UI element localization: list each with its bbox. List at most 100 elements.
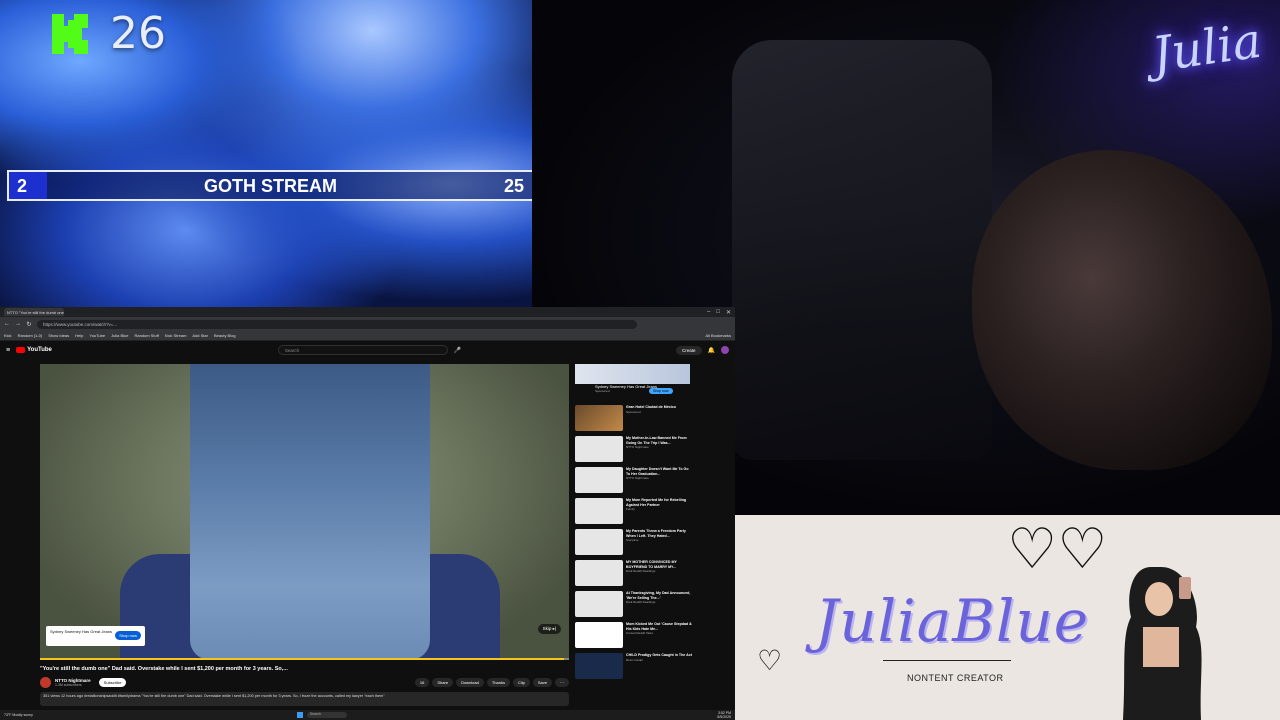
- bookmark[interactable]: Show Ideas: [48, 333, 69, 338]
- bookmark[interactable]: Add Star: [192, 333, 208, 338]
- rec-meta: Sponsored: [626, 409, 641, 414]
- taskbar-search[interactable]: Search: [306, 712, 347, 718]
- mic-icon[interactable]: 🎤: [454, 347, 461, 354]
- sidebar-ad[interactable]: Sydney Sweeney Has Great Jeans Sponsored…: [575, 364, 690, 404]
- youtube-logo[interactable]: YouTube: [16, 347, 52, 353]
- avatar[interactable]: [721, 346, 729, 354]
- maximize-icon[interactable]: □: [716, 309, 720, 316]
- browser-window: NTTO "You're still the dumb one" – □ ✕ ←…: [0, 307, 735, 720]
- start-icon[interactable]: [296, 712, 303, 718]
- shop-now-button[interactable]: Shop now: [115, 631, 141, 640]
- address-bar-row: ← → ↻ https://www.youtube.com/watch?v=..…: [0, 317, 735, 331]
- forward-icon[interactable]: →: [15, 321, 21, 327]
- bookmark[interactable]: Random (1-0): [18, 333, 43, 338]
- windows-taskbar: 73°F Mostly sunny Search 3:52 PM 8/5/202…: [0, 710, 735, 720]
- back-icon[interactable]: ←: [4, 321, 10, 327]
- youtube-logo-text: YouTube: [27, 347, 52, 353]
- gaming-chair: [732, 40, 992, 460]
- share-button[interactable]: Share: [432, 677, 454, 687]
- save-button[interactable]: Save: [532, 677, 552, 687]
- channel-row: NTTO Nightmare 1.3M subscribers Subscrib…: [40, 675, 569, 689]
- stream-goal-bar: 2 GOTH STREAM 25: [7, 170, 532, 201]
- bookmark-all[interactable]: All Bookmarks: [705, 333, 731, 338]
- video-thumbnail: [575, 405, 623, 431]
- list-item[interactable]: At Thanksgiving, My Dad Announced, 'We'r…: [575, 591, 693, 621]
- weather-widget[interactable]: 73°F Mostly sunny: [4, 713, 33, 717]
- subscribe-button[interactable]: Subscribe: [98, 677, 127, 687]
- video-thumbnail: [575, 436, 623, 462]
- video-title: "You're still the dumb one" Dad said. Ov…: [40, 666, 288, 672]
- bookmark[interactable]: Kick Stream: [165, 333, 187, 338]
- video-thumbnail: [575, 653, 623, 679]
- goal-title: GOTH STREAM: [204, 176, 337, 196]
- neon-sign: Julia: [1148, 12, 1265, 84]
- video-thumbnail: [575, 498, 623, 524]
- video-thumbnail: [575, 560, 623, 586]
- list-item[interactable]: My Parents Threw a Freedom Party When I …: [575, 529, 693, 559]
- bookmark[interactable]: Kick: [4, 333, 12, 338]
- goal-target-value: 25: [503, 176, 524, 196]
- streamer-figure: [972, 150, 1272, 470]
- create-button[interactable]: Create: [676, 345, 702, 355]
- brand-divider: [883, 660, 1011, 661]
- more-icon[interactable]: ⋯: [555, 677, 569, 687]
- search-input[interactable]: Search: [277, 345, 448, 355]
- rec-meta: Dark Reddit Readings: [626, 569, 656, 573]
- sidebar-shop-now-button[interactable]: Shop now: [649, 388, 673, 394]
- brand-panel: ♡♡ ♡ JuliaBlue NONTENT CREATOR: [735, 515, 1280, 720]
- browser-tab[interactable]: NTTO "You're still the dumb one": [4, 308, 64, 316]
- skip-ad-button[interactable]: Skip ▸|: [537, 624, 561, 634]
- download-button[interactable]: Download: [456, 677, 484, 687]
- list-item[interactable]: My Mom Reported Me for Rebelling Against…: [575, 498, 693, 528]
- notifications-icon[interactable]: 🔔: [708, 347, 715, 354]
- channel-avatar[interactable]: [40, 676, 51, 688]
- bookmark[interactable]: Beauty Blog: [214, 333, 236, 338]
- bookmark[interactable]: Random Stuff: [134, 333, 158, 338]
- stream-overlay-panel: 26 2 GOTH STREAM 25: [0, 0, 532, 307]
- menu-icon[interactable]: ≡: [6, 347, 10, 354]
- sidebar-ad-sponsored: Sponsored: [595, 389, 610, 393]
- youtube-header: ≡ YouTube Search 🎤 Create 🔔: [0, 341, 735, 359]
- bookmark[interactable]: YouTube: [89, 333, 105, 338]
- clip-button[interactable]: Clip: [512, 677, 530, 687]
- kick-logo-icon: [52, 14, 88, 54]
- close-icon[interactable]: ✕: [726, 309, 731, 316]
- rec-title: My Daughter Doesn't Want Me To Go To Her…: [626, 467, 689, 476]
- hearts-small-icon: ♡: [757, 645, 783, 676]
- channel-subscribers: 1.3M subscribers: [55, 682, 82, 687]
- video-thumbnail: [575, 529, 623, 555]
- ad-overlay-card[interactable]: Sydney Sweeney Has Great Jeans Shop now: [46, 626, 145, 646]
- channel-name[interactable]: NTTO Nightmare: [55, 678, 91, 683]
- video-thumbnail: [575, 591, 623, 617]
- bookmark[interactable]: Julia Blue: [111, 333, 128, 338]
- list-item[interactable]: Gran Hotel Ciudad de México Sponsored: [575, 405, 693, 435]
- list-item[interactable]: Mom Kicked Me Out 'Cause Stepdad & His K…: [575, 622, 693, 652]
- rec-title: Mom Kicked Me Out 'Cause Stepdad & His K…: [626, 622, 692, 631]
- rec-meta: Family: [626, 507, 635, 511]
- minimize-icon[interactable]: –: [707, 309, 710, 316]
- video-description[interactable]: 351 views 12 hours ago #relatiionshipsad…: [40, 692, 569, 706]
- youtube-play-icon: [16, 347, 26, 353]
- rec-meta: Storytime: [626, 538, 639, 542]
- window-controls: – □ ✕: [707, 309, 735, 316]
- system-clock[interactable]: 3:52 PM 8/5/2025: [717, 711, 731, 719]
- list-item[interactable]: MY MOTHER CONVINCED MY BOYFRIEND TO MARR…: [575, 560, 693, 590]
- video-progress-bar[interactable]: [40, 658, 569, 660]
- video-actions: 16 Share Download Thanks Clip Save ⋯: [414, 677, 569, 687]
- rec-title: CHILD Prodigy Gets Caught in The Act: [626, 653, 692, 657]
- video-subject: [190, 364, 430, 660]
- like-button[interactable]: 16: [414, 677, 430, 687]
- rec-title: My Mom Reported Me for Rebelling Against…: [626, 498, 687, 507]
- list-item[interactable]: My Mother-In-Law Banned Me From Going On…: [575, 436, 693, 466]
- rec-meta: NTTO Nightmare: [626, 476, 649, 480]
- list-item[interactable]: CHILD Prodigy Gets Caught in The Act Retr…: [575, 653, 693, 683]
- stream-canvas: 26 2 GOTH STREAM 25 Julia NTTO "You're s…: [0, 0, 1280, 720]
- thanks-button[interactable]: Thanks: [486, 677, 510, 687]
- brand-name: JuliaBlue: [815, 587, 1090, 655]
- list-item[interactable]: My Daughter Doesn't Want Me To Go To Her…: [575, 467, 693, 497]
- url-field[interactable]: https://www.youtube.com/watch?v=...: [37, 319, 637, 329]
- reload-icon[interactable]: ↻: [26, 321, 32, 328]
- video-player[interactable]: Sydney Sweeney Has Great Jeans Shop now …: [40, 364, 569, 660]
- rec-title: MY MOTHER CONVINCED MY BOYFRIEND TO MARR…: [626, 560, 677, 569]
- bookmark[interactable]: Help: [75, 333, 83, 338]
